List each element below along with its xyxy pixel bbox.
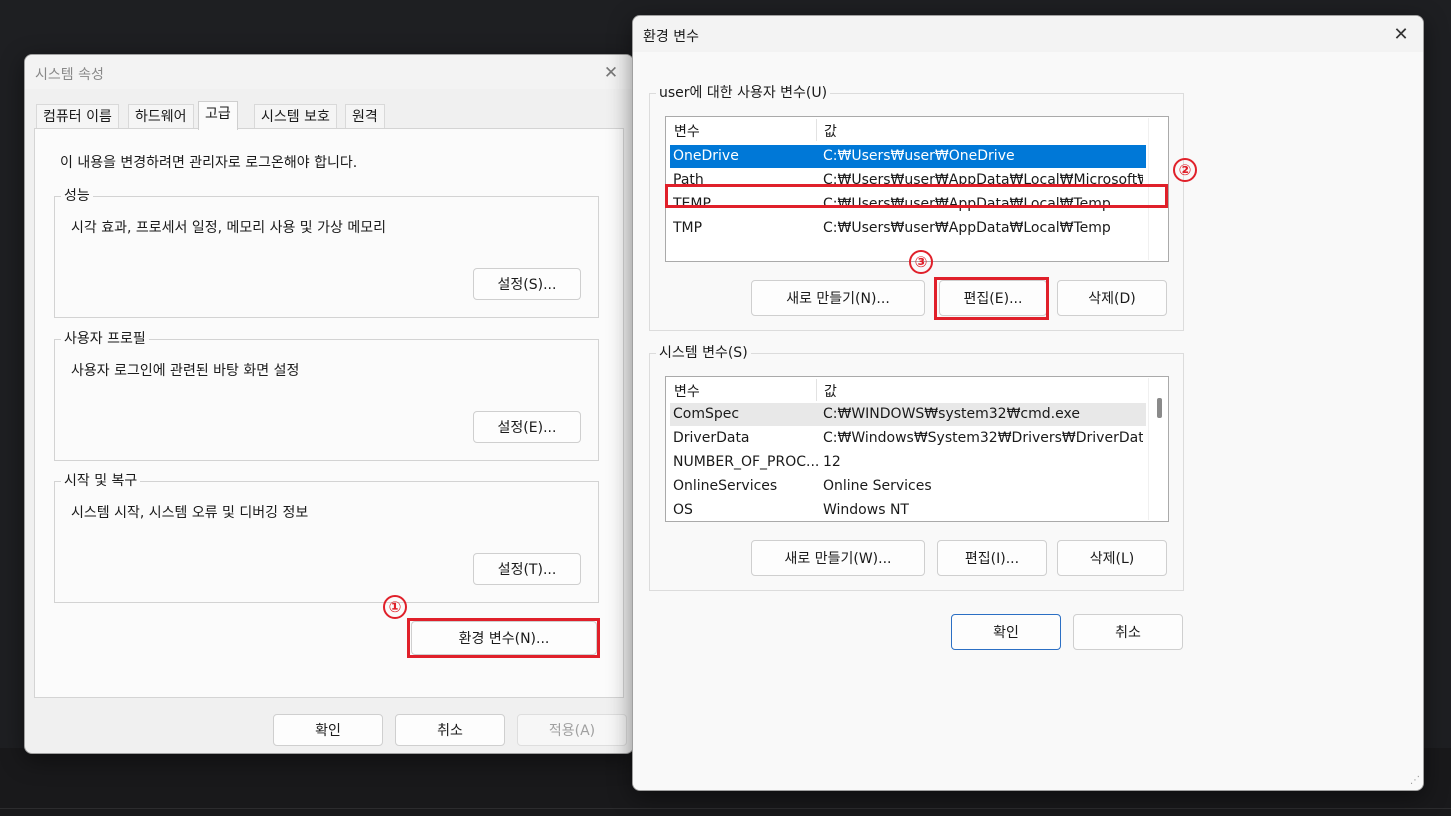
user-edit-button[interactable]: 편집(E)...: [939, 280, 1047, 316]
startup-recovery-settings-button[interactable]: 설정(T)...: [473, 553, 581, 585]
variable-value: C:₩Users₩user₩AppData₩Local₩Temp: [823, 220, 1111, 236]
startup-recovery-legend: 시작 및 복구: [61, 472, 141, 490]
user-list-scrollbar[interactable]: [1148, 118, 1168, 260]
system-properties-titlebar[interactable]: 시스템 속성 ✕: [25, 55, 633, 89]
user-variables-legend: user에 대한 사용자 변수(U): [656, 84, 831, 102]
variable-value: C:₩Windows₩System32₩Drivers₩DriverData: [823, 430, 1143, 446]
column-divider: [816, 379, 817, 401]
env-ok-button[interactable]: 확인: [951, 614, 1061, 650]
startup-recovery-description: 시스템 시작, 시스템 오류 및 디버깅 정보: [71, 505, 309, 521]
environment-variables-titlebar[interactable]: 환경 변수 ✕: [633, 16, 1423, 52]
variable-name: NUMBER_OF_PROC...: [673, 454, 819, 470]
user-profile-legend: 사용자 프로필: [61, 330, 149, 348]
environment-variables-window: 환경 변수 ✕ user에 대한 사용자 변수(U) 변수 값 OneDrive…: [632, 15, 1424, 791]
list-item-onlineservices[interactable]: OnlineServices Online Services: [670, 475, 1146, 498]
tab-hardware[interactable]: 하드웨어: [128, 104, 194, 129]
tab-remote[interactable]: 원격: [345, 104, 385, 129]
variable-name: TEMP: [673, 196, 711, 212]
column-variable[interactable]: 변수: [674, 381, 700, 401]
startup-recovery-group: 시작 및 복구 시스템 시작, 시스템 오류 및 디버깅 정보 설정(T)...: [54, 472, 599, 603]
user-new-button[interactable]: 새로 만들기(N)...: [751, 280, 925, 316]
variable-value: C:₩WINDOWS₩system32₩cmd.exe: [823, 406, 1080, 422]
variable-name: OneDrive: [673, 148, 739, 164]
user-variables-group: user에 대한 사용자 변수(U) 변수 값 OneDrive C:₩User…: [649, 84, 1184, 331]
system-variables-header: 변수 값: [666, 377, 1168, 403]
user-profile-group: 사용자 프로필 사용자 로그인에 관련된 바탕 화면 설정 설정(E)...: [54, 330, 599, 461]
apply-button: 적용(A): [517, 714, 627, 746]
column-value[interactable]: 값: [824, 121, 837, 141]
system-delete-button[interactable]: 삭제(L): [1057, 540, 1167, 576]
variable-value: 12: [823, 454, 841, 470]
system-new-button[interactable]: 새로 만들기(W)...: [751, 540, 925, 576]
tab-advanced[interactable]: 고급: [198, 101, 238, 130]
column-value[interactable]: 값: [824, 381, 837, 401]
close-icon[interactable]: ✕: [599, 61, 623, 85]
list-item-temp[interactable]: TEMP C:₩Users₩user₩AppData₩Local₩Temp: [670, 193, 1146, 216]
variable-value: C:₩Users₩user₩OneDrive: [823, 148, 1015, 164]
variable-name: DriverData: [673, 430, 750, 446]
list-item-path[interactable]: Path C:₩Users₩user₩AppData₩Local₩Microso…: [670, 169, 1146, 192]
list-item-comspec[interactable]: ComSpec C:₩WINDOWS₩system32₩cmd.exe: [670, 403, 1146, 426]
system-properties-title: 시스템 속성: [35, 67, 104, 83]
variable-value: C:₩Users₩user₩AppData₩Local₩Microsoft₩..…: [823, 172, 1143, 188]
taskbar-divider: [0, 808, 1451, 809]
system-edit-button[interactable]: 편집(I)...: [937, 540, 1047, 576]
system-variables-legend: 시스템 변수(S): [656, 344, 751, 362]
step-marker-1: ①: [383, 595, 407, 619]
list-item-os[interactable]: OS Windows NT: [670, 499, 1146, 521]
environment-variables-button[interactable]: 환경 변수(N)...: [411, 621, 597, 655]
scrollbar-thumb[interactable]: [1157, 398, 1162, 418]
variable-value: Windows NT: [823, 502, 909, 518]
list-item-number-of-processors[interactable]: NUMBER_OF_PROC... 12: [670, 451, 1146, 474]
environment-variables-title: 환경 변수: [643, 29, 699, 45]
performance-legend: 성능: [61, 187, 93, 205]
variable-value: Online Services: [823, 478, 932, 494]
env-cancel-button[interactable]: 취소: [1073, 614, 1183, 650]
user-profile-description: 사용자 로그인에 관련된 바탕 화면 설정: [71, 363, 300, 379]
performance-settings-button[interactable]: 설정(S)...: [473, 268, 581, 300]
performance-description: 시각 효과, 프로세서 일정, 메모리 사용 및 가상 메모리: [71, 220, 386, 236]
environment-variables-body: user에 대한 사용자 변수(U) 변수 값 OneDrive C:₩User…: [633, 52, 1423, 790]
tab-system-protection[interactable]: 시스템 보호: [254, 104, 337, 129]
tab-computer-name[interactable]: 컴퓨터 이름: [36, 104, 119, 129]
column-variable[interactable]: 변수: [674, 121, 700, 141]
system-variables-group: 시스템 변수(S) 변수 값 ComSpec C:₩WINDOWS₩system…: [649, 344, 1184, 591]
variable-name: TMP: [673, 220, 703, 236]
variable-name: OnlineServices: [673, 478, 778, 494]
admin-notice: 이 내용을 변경하려면 관리자로 로그온해야 합니다.: [60, 155, 358, 171]
performance-group: 성능 시각 효과, 프로세서 일정, 메모리 사용 및 가상 메모리 설정(S)…: [54, 187, 599, 318]
variable-name: OS: [673, 502, 693, 518]
system-list-scrollbar[interactable]: [1148, 378, 1168, 520]
resize-grip-icon[interactable]: ⋰: [1408, 775, 1420, 787]
list-item-driverdata[interactable]: DriverData C:₩Windows₩System32₩Drivers₩D…: [670, 427, 1146, 450]
list-item-onedrive[interactable]: OneDrive C:₩Users₩user₩OneDrive: [670, 145, 1146, 168]
user-profile-settings-button[interactable]: 설정(E)...: [473, 411, 581, 443]
cancel-button[interactable]: 취소: [395, 714, 505, 746]
user-variables-list[interactable]: 변수 값 OneDrive C:₩Users₩user₩OneDrive Pat…: [665, 116, 1169, 262]
system-variables-list[interactable]: 변수 값 ComSpec C:₩WINDOWS₩system32₩cmd.exe…: [665, 376, 1169, 522]
list-item-tmp[interactable]: TMP C:₩Users₩user₩AppData₩Local₩Temp: [670, 217, 1146, 240]
step-marker-2: ②: [1173, 158, 1197, 182]
variable-name: ComSpec: [673, 406, 740, 422]
column-divider: [816, 119, 817, 141]
user-variables-header: 변수 값: [666, 117, 1168, 143]
ok-button[interactable]: 확인: [273, 714, 383, 746]
variable-value: C:₩Users₩user₩AppData₩Local₩Temp: [823, 196, 1111, 212]
system-properties-window: 시스템 속성 ✕ 컴퓨터 이름 하드웨어 고급 시스템 보호 원격 이 내용을 …: [24, 54, 634, 754]
step-marker-3: ③: [909, 250, 933, 274]
variable-name: Path: [673, 172, 704, 188]
user-delete-button[interactable]: 삭제(D): [1057, 280, 1167, 316]
close-icon[interactable]: ✕: [1389, 23, 1413, 47]
